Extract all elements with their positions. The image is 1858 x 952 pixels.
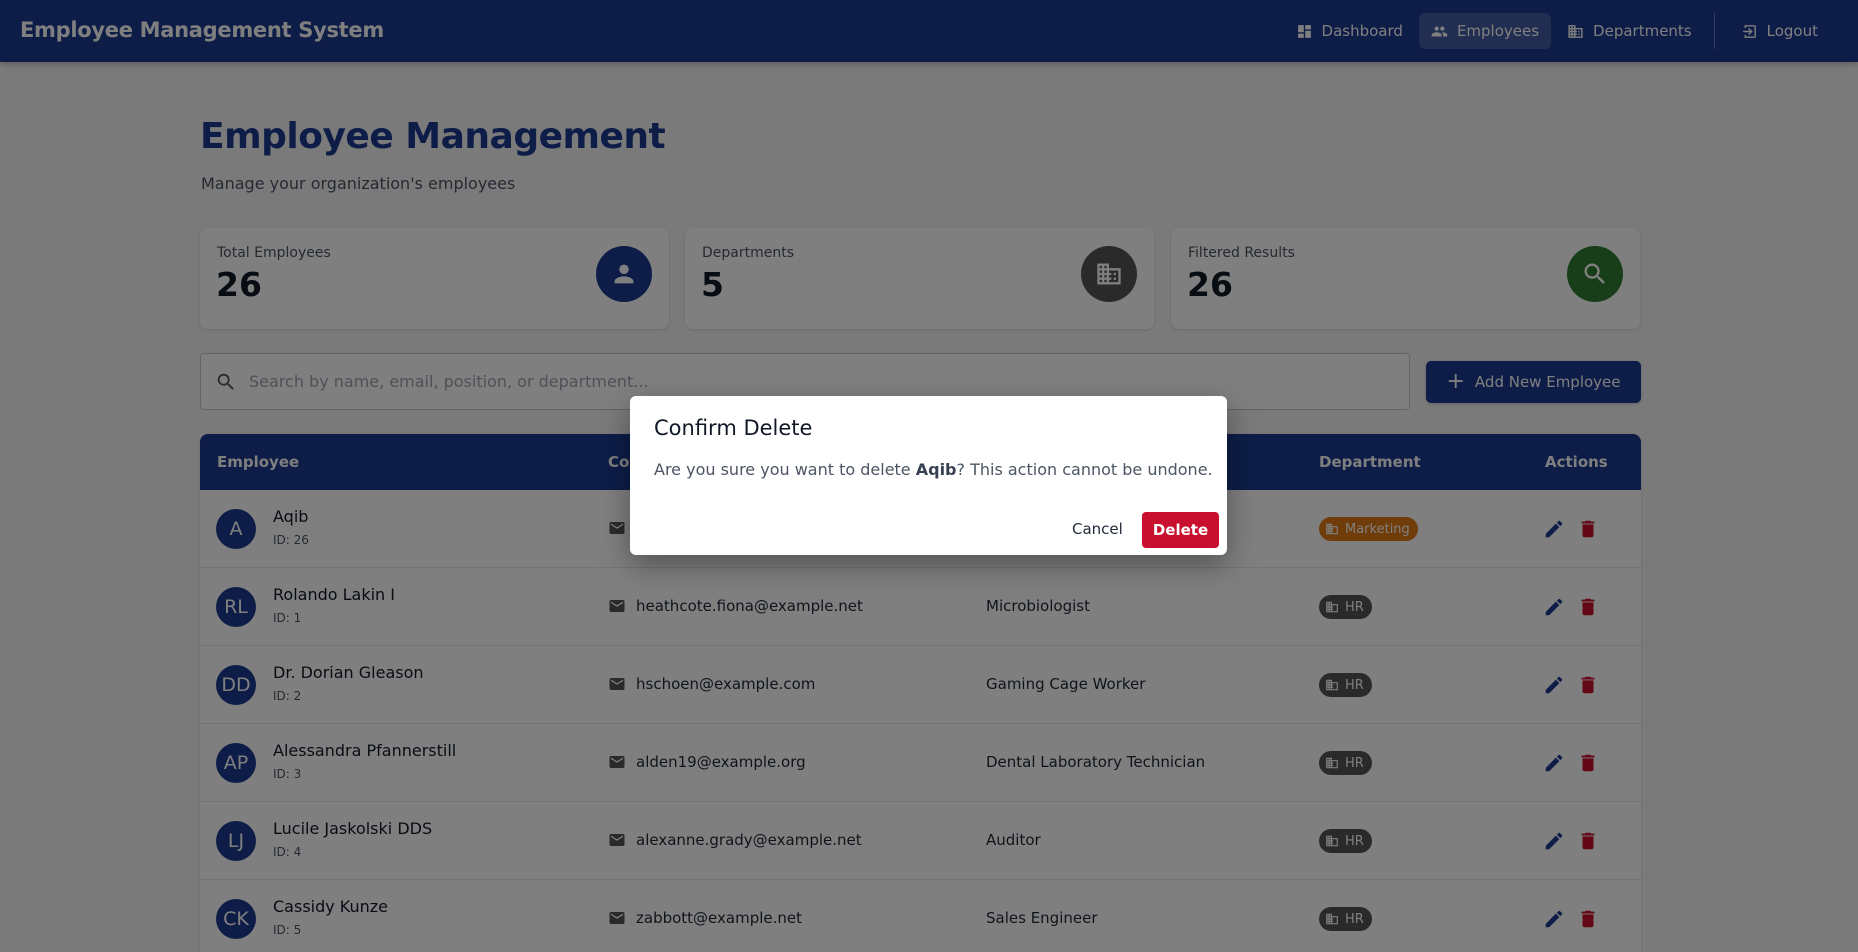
dialog-title: Confirm Delete <box>654 416 813 440</box>
confirm-delete-dialog: Confirm Delete Are you sure you want to … <box>630 396 1227 555</box>
dialog-message: Are you sure you want to delete Aqib? Th… <box>654 460 1213 479</box>
delete-button[interactable]: Delete <box>1142 512 1219 548</box>
dialog-message-prefix: Are you sure you want to delete <box>654 460 916 479</box>
cancel-button[interactable]: Cancel <box>1064 512 1131 546</box>
dialog-target-name: Aqib <box>915 460 957 479</box>
dialog-message-suffix: ? This action cannot be undone. <box>956 460 1213 479</box>
